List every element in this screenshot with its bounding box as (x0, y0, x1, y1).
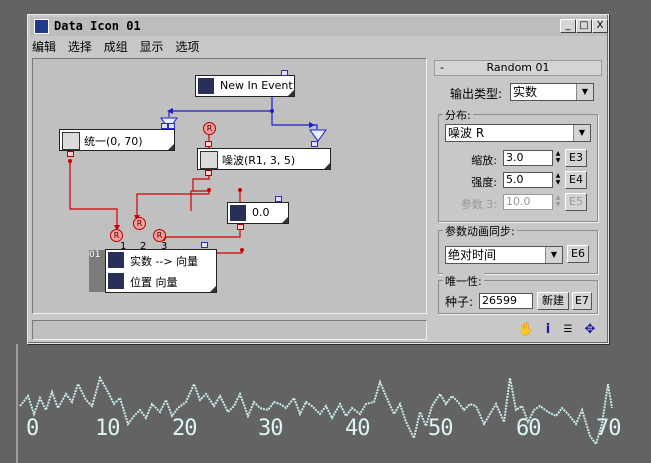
node-label: 实数 --> 向量 (130, 255, 199, 268)
noise-in-pin-2[interactable] (311, 141, 318, 147)
maximize-button[interactable]: □ (576, 19, 592, 33)
node-output[interactable]: 实数 --> 向量 位置 向量 (105, 249, 217, 293)
sync-group: 参数动画同步: 绝对时间 ▼ E6 (438, 223, 598, 274)
info-icon[interactable]: i (541, 323, 555, 337)
uniform-out-pin[interactable] (67, 151, 74, 157)
viewport-tick-label: 30 (258, 416, 283, 441)
uniqueness-title: 唯一性: (443, 273, 484, 289)
param3-spinner[interactable]: ▲ ▼ (554, 194, 562, 210)
noise-in-pin[interactable] (205, 141, 212, 147)
viewport-tick-label: 50 (428, 416, 453, 441)
menu-bar: 编辑 选择 成组 显示 选项 (32, 38, 207, 56)
rollout-header[interactable]: - Random 01 (434, 60, 602, 76)
distribution-value: 噪波 R (448, 126, 485, 140)
noise-curve (19, 375, 613, 447)
uniform-in-pin[interactable] (161, 123, 168, 129)
data-icon-window: Data Icon 01 _ □ X 编辑 选择 成组 显示 选项 New In… (27, 14, 609, 344)
rollout-title: Random 01 (486, 61, 550, 74)
noise-r-port[interactable]: R (203, 122, 216, 135)
sync-title: 参数动画同步: (443, 223, 517, 239)
viewport-tick-label: 20 (172, 416, 197, 441)
collapse-toggle[interactable]: - (440, 61, 444, 75)
node-uniform[interactable]: 统一(0, 70) (59, 129, 175, 151)
uniqueness-group: 唯一性: 种子: 26599 新建 E7 (438, 273, 598, 314)
minimize-button[interactable]: _ (560, 19, 576, 33)
seed-label: 种子: (445, 295, 474, 309)
viewport-tick-label: 60 (516, 416, 541, 441)
strength-spinner[interactable]: ▲ ▼ (554, 172, 562, 188)
hash-icon (230, 205, 246, 221)
noise-out-pin[interactable] (205, 170, 212, 176)
hand-icon[interactable]: ✋ (518, 323, 534, 337)
node-label-2: 位置 向量 (130, 276, 178, 289)
window-title: Data Icon 01 (54, 19, 141, 33)
node-new-in-event[interactable]: New In Event (195, 75, 295, 97)
menu-edit[interactable]: 编辑 (32, 38, 56, 55)
close-button[interactable]: X (592, 19, 608, 33)
chevron-down-icon: ▼ (576, 84, 593, 100)
output-in-pin[interactable] (201, 242, 208, 248)
status-bar (32, 320, 427, 340)
strength-expose-button[interactable]: E4 (565, 171, 587, 189)
scale-spinner[interactable]: ▲ ▼ (554, 150, 562, 166)
scale-label: 缩放: (471, 154, 497, 167)
blue-wire-left (168, 97, 273, 117)
chevron-down-icon: ▼ (545, 247, 562, 263)
new-seed-button[interactable]: 新建 (537, 292, 569, 310)
position-icon (108, 273, 124, 289)
param3-label: 参数 3: (460, 198, 497, 211)
node-label: New In Event (220, 79, 293, 92)
distribution-group: 分布: 噪波 R ▼ 缩放: 3.0 ▲ ▼ E3 强度: 5.0 ▲ ▼ E4 参… (438, 107, 598, 222)
menu-display[interactable]: 显示 (140, 38, 164, 55)
event-out-pin[interactable] (281, 70, 288, 76)
node-label: 0.0 (252, 206, 270, 219)
dice-icon (200, 151, 218, 169)
number-out-pin[interactable] (237, 224, 244, 230)
viewport-tick-label: 40 (345, 416, 370, 441)
scale-expose-button[interactable]: E3 (565, 149, 587, 167)
param3-expose-button[interactable]: E5 (565, 193, 587, 211)
data-graph-canvas[interactable]: New In Event 统一(0, 70) 噪波(R1, 3, 5) R 0.… (32, 58, 427, 314)
title-bar[interactable]: Data Icon 01 _ □ X (30, 17, 608, 36)
app-icon (34, 19, 49, 34)
dice-icon (62, 132, 80, 150)
distribution-dropdown[interactable]: 噪波 R ▼ (445, 124, 591, 142)
output-type-label: 输出类型: (450, 87, 503, 101)
node-noise[interactable]: 噪波(R1, 3, 5) (197, 148, 331, 170)
seed-field[interactable]: 26599 (479, 293, 533, 309)
node-number[interactable]: 0.0 (227, 202, 289, 224)
output-type-value: 实数 (513, 85, 538, 99)
menu-options[interactable]: 选项 (175, 38, 199, 55)
node-label: 噪波(R1, 3, 5) (222, 154, 296, 167)
node-label: 统一(0, 70) (84, 135, 143, 148)
output-type-dropdown[interactable]: 实数 ▼ (510, 83, 594, 101)
move-icon[interactable]: ✥ (583, 323, 597, 337)
viewport-tick-label: 0 (26, 416, 39, 441)
seed-expose-button[interactable]: E7 (572, 292, 592, 310)
menu-group[interactable]: 成组 (104, 38, 128, 55)
number-in-pin[interactable] (275, 196, 282, 202)
output-index: 01 (89, 250, 105, 292)
sync-expose-button[interactable]: E6 (567, 245, 589, 263)
chevron-down-icon: ▼ (573, 125, 590, 141)
vector-icon (108, 252, 124, 268)
strength-field[interactable]: 5.0 (503, 172, 553, 188)
scale-field[interactable]: 3.0 (503, 150, 553, 166)
viewport-tick-label: 10 (95, 416, 120, 441)
r-port-2[interactable]: R (133, 217, 146, 230)
distribution-title: 分布: (443, 107, 473, 123)
properties-panel: - Random 01 输出类型: 实数 ▼ 分布: 噪波 R ▼ 缩放: 3.… (432, 58, 604, 314)
event-icon (198, 78, 214, 94)
viewport-tick-label: 70 (596, 416, 621, 441)
sync-value: 绝对时间 (448, 248, 497, 262)
strength-label: 强度: (471, 176, 497, 189)
sync-dropdown[interactable]: 绝对时间 ▼ (445, 246, 563, 264)
uniform-in-pin-2[interactable] (168, 123, 175, 129)
funnel-right (309, 129, 327, 142)
list-icon[interactable]: ☰ (561, 323, 575, 337)
param3-field[interactable]: 10.0 (503, 194, 553, 210)
menu-select[interactable]: 选择 (68, 38, 92, 55)
